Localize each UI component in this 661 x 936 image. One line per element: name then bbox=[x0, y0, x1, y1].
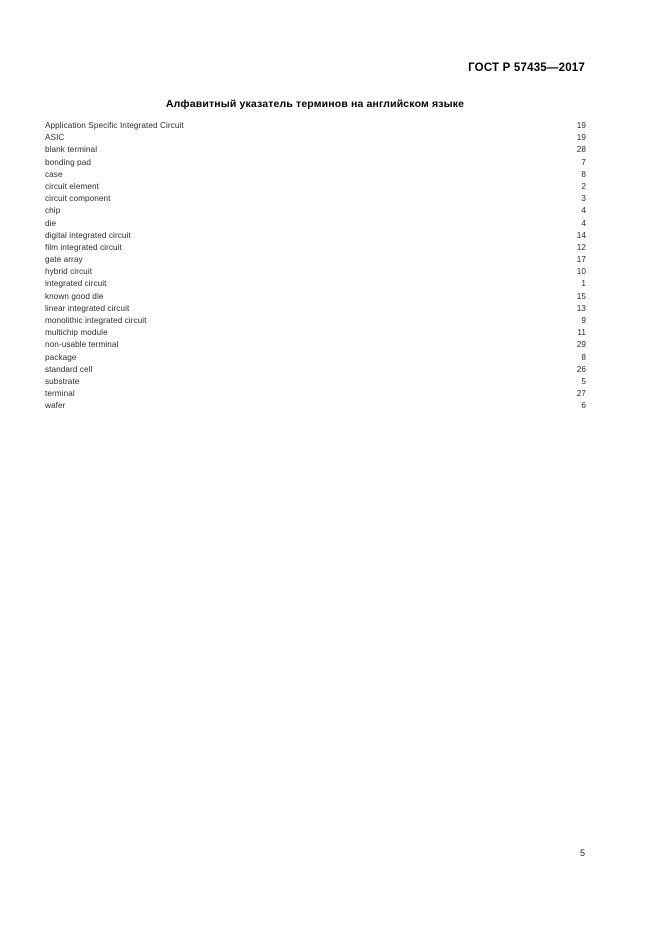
index-entry: linear integrated circuit 13 bbox=[45, 303, 586, 315]
index-entry: bonding pad 7 bbox=[45, 157, 586, 169]
index-entry: circuit element 2 bbox=[45, 181, 586, 193]
index-entry-page-number: 2 bbox=[581, 181, 586, 191]
index-entry: die 4 bbox=[45, 218, 586, 230]
footer-page-number: 5 bbox=[579, 848, 585, 858]
index-entry: hybrid circuit 10 bbox=[45, 266, 586, 278]
index-entry-page-number: 13 bbox=[576, 303, 586, 313]
index-entry-term: integrated circuit bbox=[45, 279, 107, 289]
index-entry-term: circuit element bbox=[45, 181, 99, 191]
document-header-standard-reference: ГОСТ Р 57435—2017 bbox=[468, 62, 585, 74]
index-entry-page-number: 8 bbox=[581, 169, 586, 179]
index-entry-term: chip bbox=[45, 206, 61, 216]
index-entry-page-number: 29 bbox=[576, 340, 586, 350]
index-entry-term: hybrid circuit bbox=[45, 267, 93, 277]
index-entry: non-usable terminal 29 bbox=[45, 339, 586, 351]
index-entry-page-number: 10 bbox=[576, 267, 586, 277]
index-entry-page-number: 15 bbox=[576, 291, 586, 301]
index-entry-page-number: 4 bbox=[581, 218, 586, 228]
index-entry: gate array 17 bbox=[45, 254, 586, 266]
index-entry-term: multichip module bbox=[45, 328, 108, 338]
index-entry-page-number: 11 bbox=[577, 328, 586, 338]
index-entry: film integrated circuit 12 bbox=[45, 242, 586, 254]
index-entry-term: wafer bbox=[45, 401, 66, 411]
index-entry-page-number: 17 bbox=[576, 255, 586, 265]
index-entry-page-number: 28 bbox=[576, 145, 586, 155]
index-entry-term: known good die bbox=[45, 291, 104, 301]
index-entry: Application Specific Integrated Circuit 1… bbox=[45, 120, 586, 132]
index-entry-page-number: 6 bbox=[581, 401, 586, 411]
alphabetical-index-list: Application Specific Integrated Circuit 1… bbox=[45, 120, 586, 413]
index-entry-page-number: 14 bbox=[576, 230, 586, 240]
index-entry-page-number: 19 bbox=[576, 133, 586, 143]
index-entry-page-number: 1 bbox=[581, 279, 586, 289]
index-entry-page-number: 27 bbox=[576, 389, 586, 399]
index-entry: multichip module 11 bbox=[45, 327, 586, 339]
index-entry-term: blank terminal bbox=[45, 145, 98, 155]
index-entry-term: package bbox=[45, 352, 77, 362]
index-entry: circuit component 3 bbox=[45, 193, 586, 205]
index-entry-page-number: 12 bbox=[576, 242, 586, 252]
index-entry-term: monolithic integrated circuit bbox=[45, 316, 147, 325]
index-entry: package 8 bbox=[45, 352, 586, 364]
index-entry-term: film integrated circuit bbox=[45, 242, 122, 252]
index-entry: case 8 bbox=[45, 169, 586, 181]
index-entry: integrated circuit 1 bbox=[45, 278, 586, 290]
index-entry-page-number: 4 bbox=[581, 206, 586, 216]
index-entry: wafer 6 bbox=[45, 400, 586, 412]
index-entry-page-number: 8 bbox=[581, 352, 586, 362]
index-entry-page-number: 9 bbox=[581, 316, 586, 325]
index-entry-page-number: 19 bbox=[576, 121, 586, 130]
document-page: ГОСТ Р 57435—2017 Алфавитный указатель т… bbox=[0, 0, 661, 936]
index-entry-term: gate array bbox=[45, 255, 83, 265]
index-entry-term: non-usable terminal bbox=[45, 340, 119, 350]
index-entry-term: substrate bbox=[45, 376, 80, 386]
index-entry: substrate 5 bbox=[45, 376, 586, 388]
index-entry-term: linear integrated circuit bbox=[45, 303, 130, 313]
index-entry: ASIC 19 bbox=[45, 132, 586, 144]
index-entry-page-number: 5 bbox=[581, 376, 586, 386]
index-entry-page-number: 26 bbox=[576, 364, 586, 374]
page-title: Алфавитный указатель терминов на английс… bbox=[165, 98, 465, 111]
index-entry-term: ASIC bbox=[45, 133, 65, 143]
index-entry: known good die 15 bbox=[45, 291, 586, 303]
index-entry-page-number: 7 bbox=[581, 157, 586, 167]
index-entry-term: bonding pad bbox=[45, 157, 91, 167]
index-entry-term: circuit component bbox=[45, 194, 111, 204]
index-entry: monolithic integrated circuit 9 bbox=[45, 315, 586, 327]
index-entry: chip 4 bbox=[45, 205, 586, 217]
index-entry: terminal 27 bbox=[45, 388, 586, 400]
index-entry: digital integrated circuit 14 bbox=[45, 230, 586, 242]
index-entry-term: terminal bbox=[45, 389, 75, 399]
index-entry-term: digital integrated circuit bbox=[45, 230, 131, 240]
index-entry-term: case bbox=[45, 169, 63, 179]
index-entry-term: Application Specific Integrated Circuit bbox=[45, 121, 184, 130]
index-entry-page-number: 3 bbox=[581, 194, 586, 204]
index-entry-term: standard cell bbox=[45, 364, 93, 374]
index-entry: standard cell 26 bbox=[45, 364, 586, 376]
index-entry-term: die bbox=[45, 218, 57, 228]
index-entry: blank terminal 28 bbox=[45, 144, 586, 156]
